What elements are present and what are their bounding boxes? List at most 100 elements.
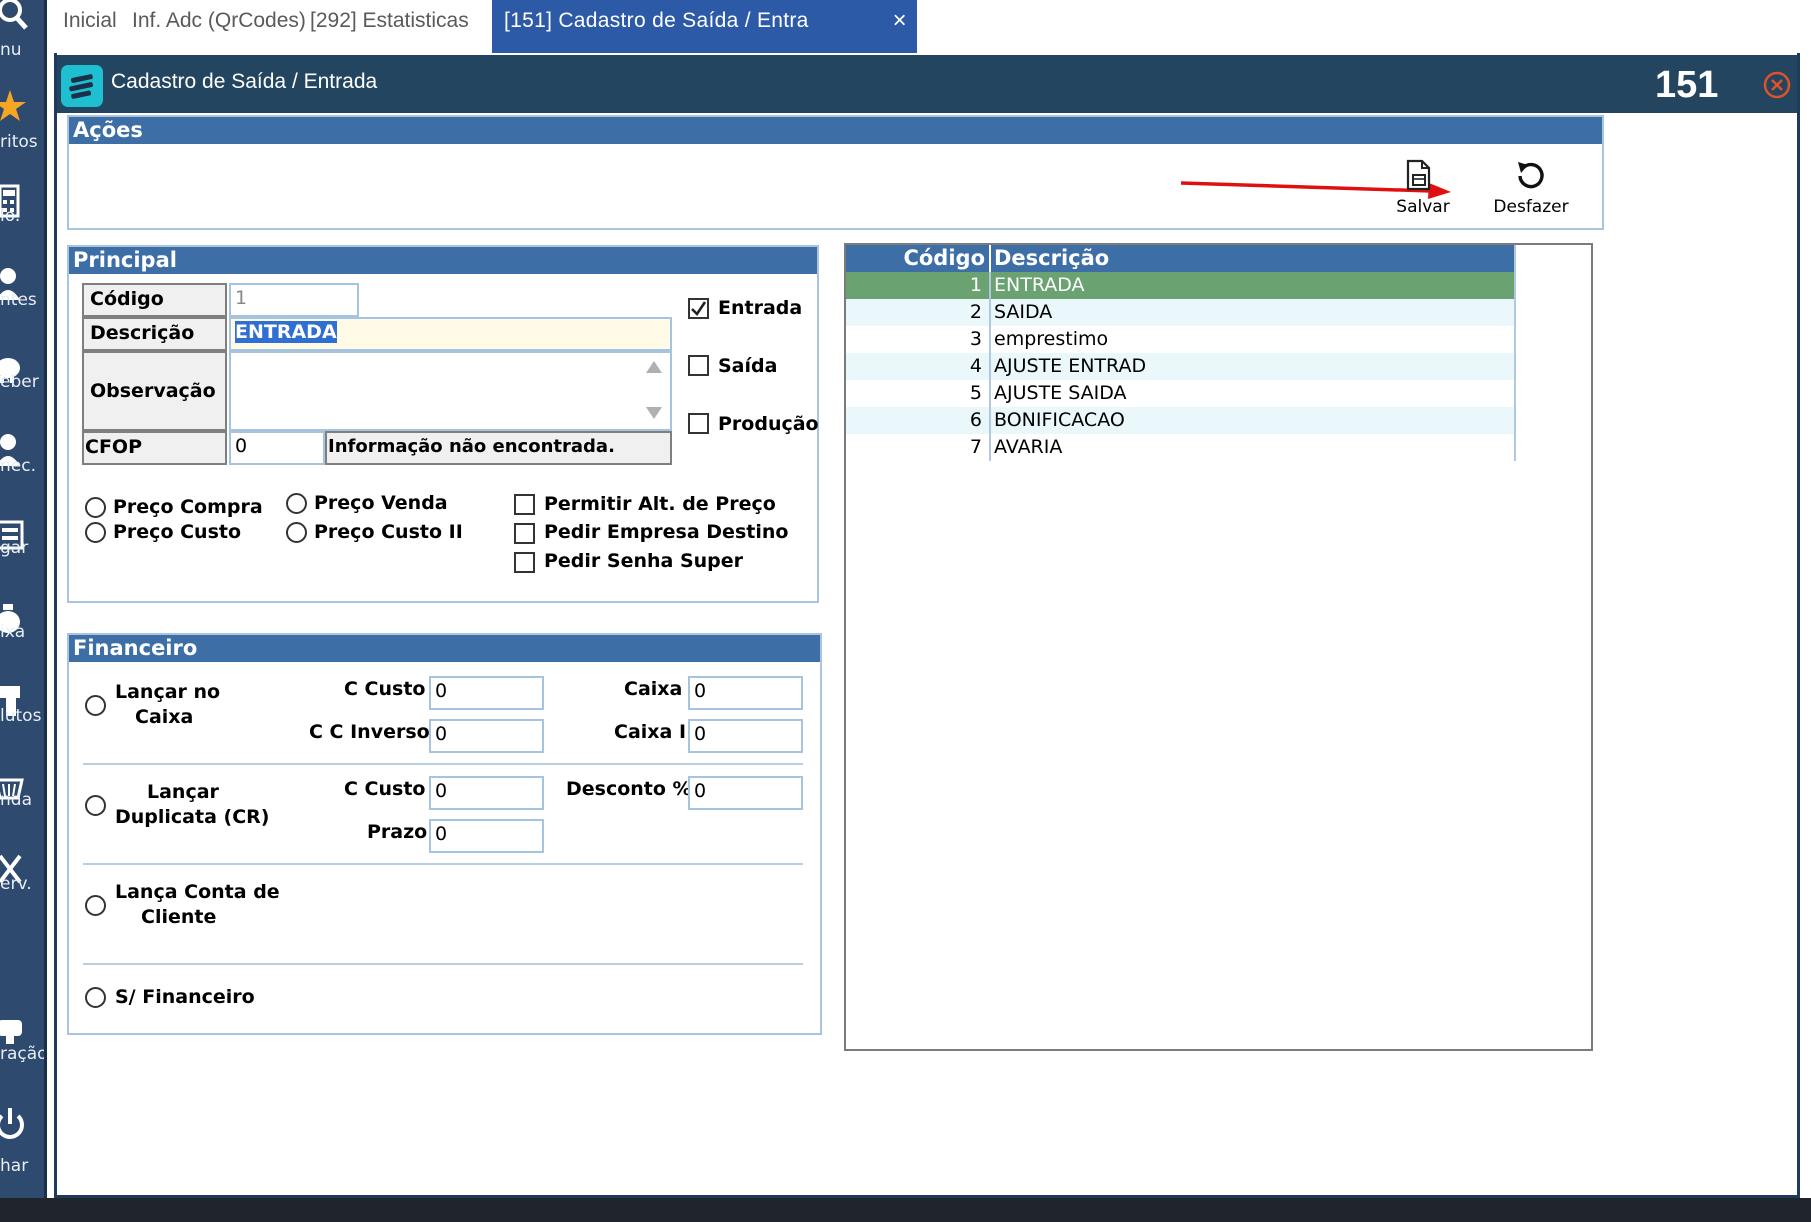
codigo-input[interactable]: 1 [229,283,359,317]
separator [83,763,803,765]
producao-checkbox[interactable] [688,413,709,434]
cell-codigo: 3 [969,328,982,350]
sem-financeiro-radio[interactable] [85,987,106,1008]
lancar-caixa-radio[interactable] [85,695,106,716]
table-row[interactable]: 2 SAIDA [846,299,1514,326]
close-icon[interactable]: × [893,0,907,42]
sidebar-item-label: lutos [0,706,42,726]
cc-inverso-input[interactable]: 0 [429,719,544,753]
cfop-label: CFOP [82,431,227,465]
separator [83,863,803,865]
sidebar-item-menu[interactable]: nu [0,0,44,92]
sidebar-item-label: nu [0,40,22,60]
permitir-alt-checkbox[interactable] [514,494,535,515]
sidebar-item-configuracao[interactable]: ração [0,1020,44,1112]
c-custo-2-input[interactable]: 0 [429,776,544,810]
preco-venda-radio[interactable] [286,493,307,514]
sidebar-item-servicos[interactable]: erv. [0,844,44,936]
column-header-codigo[interactable]: Código [846,245,989,272]
cfop-input[interactable]: 0 [229,431,325,465]
preco-custo-radio[interactable] [85,522,106,543]
taskbar-strip [0,1198,1811,1222]
permitir-alt-label: Permitir Alt. de Preço [544,493,776,515]
descricao-input[interactable]: ENTRADA [229,317,672,351]
column-header-descricao[interactable]: Descrição [989,245,1514,272]
financeiro-panel: Financeiro Lançar no Caixa C Custo 0 Cai… [67,633,822,1035]
tab-inf-adc[interactable]: Inf. Adc (QrCodes) [132,0,306,53]
observacao-scrollbar[interactable] [640,355,668,427]
tab-estatisticas[interactable]: [292] Estatisticas [310,0,469,53]
financeiro-panel-title: Financeiro [69,635,820,662]
caixa-i-label: Caixa I [614,721,687,743]
sidebar-item-label: ixa [0,622,26,642]
cell-descricao: ENTRADA [994,274,1085,296]
data-grid[interactable]: Código Descrição 1 ENTRADA 2 SAIDA 3 emp… [846,245,1516,461]
sidebar-item-label: lo. [0,206,21,226]
lancar-duplicata-label-2: Duplicata (CR) [115,806,270,828]
cell-descricao: SAIDA [994,301,1053,323]
sidebar-item-label: gar [0,538,29,558]
sidebar-item-clientes[interactable]: ntes [0,260,44,352]
sidebar-item-label: eber [0,372,39,392]
sidebar-item-calculo[interactable]: lo. [0,176,44,268]
lanca-conta-cliente-radio[interactable] [85,895,106,916]
cell-descricao: AVARIA [994,436,1063,458]
checkmark-icon [691,301,707,317]
prazo-input[interactable]: 0 [429,819,544,853]
c-custo-label: C Custo [344,678,426,700]
prazo-label: Prazo [367,821,428,843]
sem-financeiro-label: S/ Financeiro [115,986,255,1008]
sidebar-item-label: ritos [0,132,38,152]
cc-inverso-label: C C Inverso [309,721,430,743]
close-icon[interactable] [1762,70,1792,100]
preco-custo-ii-label: Preço Custo II [314,521,463,543]
lancar-duplicata-radio[interactable] [85,795,106,816]
desfazer-button[interactable]: Desfazer [1481,159,1581,219]
table-row[interactable]: 6 BONIFICACAO [846,407,1514,434]
desconto-input[interactable]: 0 [688,776,803,810]
salvar-button[interactable]: Salvar [1373,159,1473,219]
preco-custo-ii-radio[interactable] [286,522,307,543]
sidebar-item-fornecedores[interactable]: nec. [0,426,44,518]
sidebar-item-pagar[interactable]: gar [0,510,44,602]
observacao-textarea[interactable] [229,351,672,431]
pedir-senha-label: Pedir Senha Super [544,550,744,572]
c-custo-input[interactable]: 0 [429,676,544,710]
preco-compra-radio[interactable] [85,497,106,518]
c-custo-2-label: C Custo [344,778,426,800]
sidebar-item-caixa[interactable]: ixa [0,594,44,686]
sidebar-item-favoritos[interactable]: ritos [0,82,44,174]
caixa-input[interactable]: 0 [688,676,803,710]
sidebar-item-produtos[interactable]: lutos [0,676,44,768]
desfazer-label: Desfazer [1493,197,1569,217]
cell-codigo: 2 [969,301,982,323]
sidebar-item-receber[interactable]: eber [0,344,44,436]
table-row[interactable]: 7 AVARIA [846,434,1514,461]
salvar-label: Salvar [1396,197,1450,217]
tab-bar: Inicial Inf. Adc (QrCodes) [292] Estatis… [47,0,1811,53]
tab-cadastro-saida-entrada[interactable]: [151] Cadastro de Saída / Entra × [492,0,917,53]
cell-codigo: 4 [969,355,982,377]
sidebar-item-label: nda [0,790,32,810]
pedir-senha-checkbox[interactable] [514,552,535,573]
table-row[interactable]: 5 AJUSTE SAIDA [846,380,1514,407]
sidebar-item-venda[interactable]: nda [0,760,44,852]
tab-inicial[interactable]: Inicial [63,0,117,53]
acoes-panel: Ações Salvar Desfazer [67,115,1604,230]
sidebar-item-fechar[interactable]: har [0,1100,44,1192]
desconto-label: Desconto % [566,778,692,800]
sidebar: nu ritos lo. ntes eber nec. gar ixa luto… [0,0,47,1222]
app-logo-icon [61,65,103,107]
tab-label: [151] Cadastro de Saída / Entra [504,9,809,32]
sidebar-item-label: nec. [0,456,36,476]
cell-codigo: 6 [969,409,982,431]
entrada-checkbox[interactable] [688,298,709,319]
table-row[interactable]: 4 AJUSTE ENTRAD [846,353,1514,380]
pedir-empresa-checkbox[interactable] [514,523,535,544]
table-row[interactable]: 3 emprestimo [846,326,1514,353]
caixa-i-input[interactable]: 0 [688,719,803,753]
saida-checkbox[interactable] [688,355,709,376]
cell-descricao: BONIFICACAO [994,409,1125,431]
acoes-panel-title: Ações [69,117,1602,144]
table-row[interactable]: 1 ENTRADA [846,272,1514,299]
